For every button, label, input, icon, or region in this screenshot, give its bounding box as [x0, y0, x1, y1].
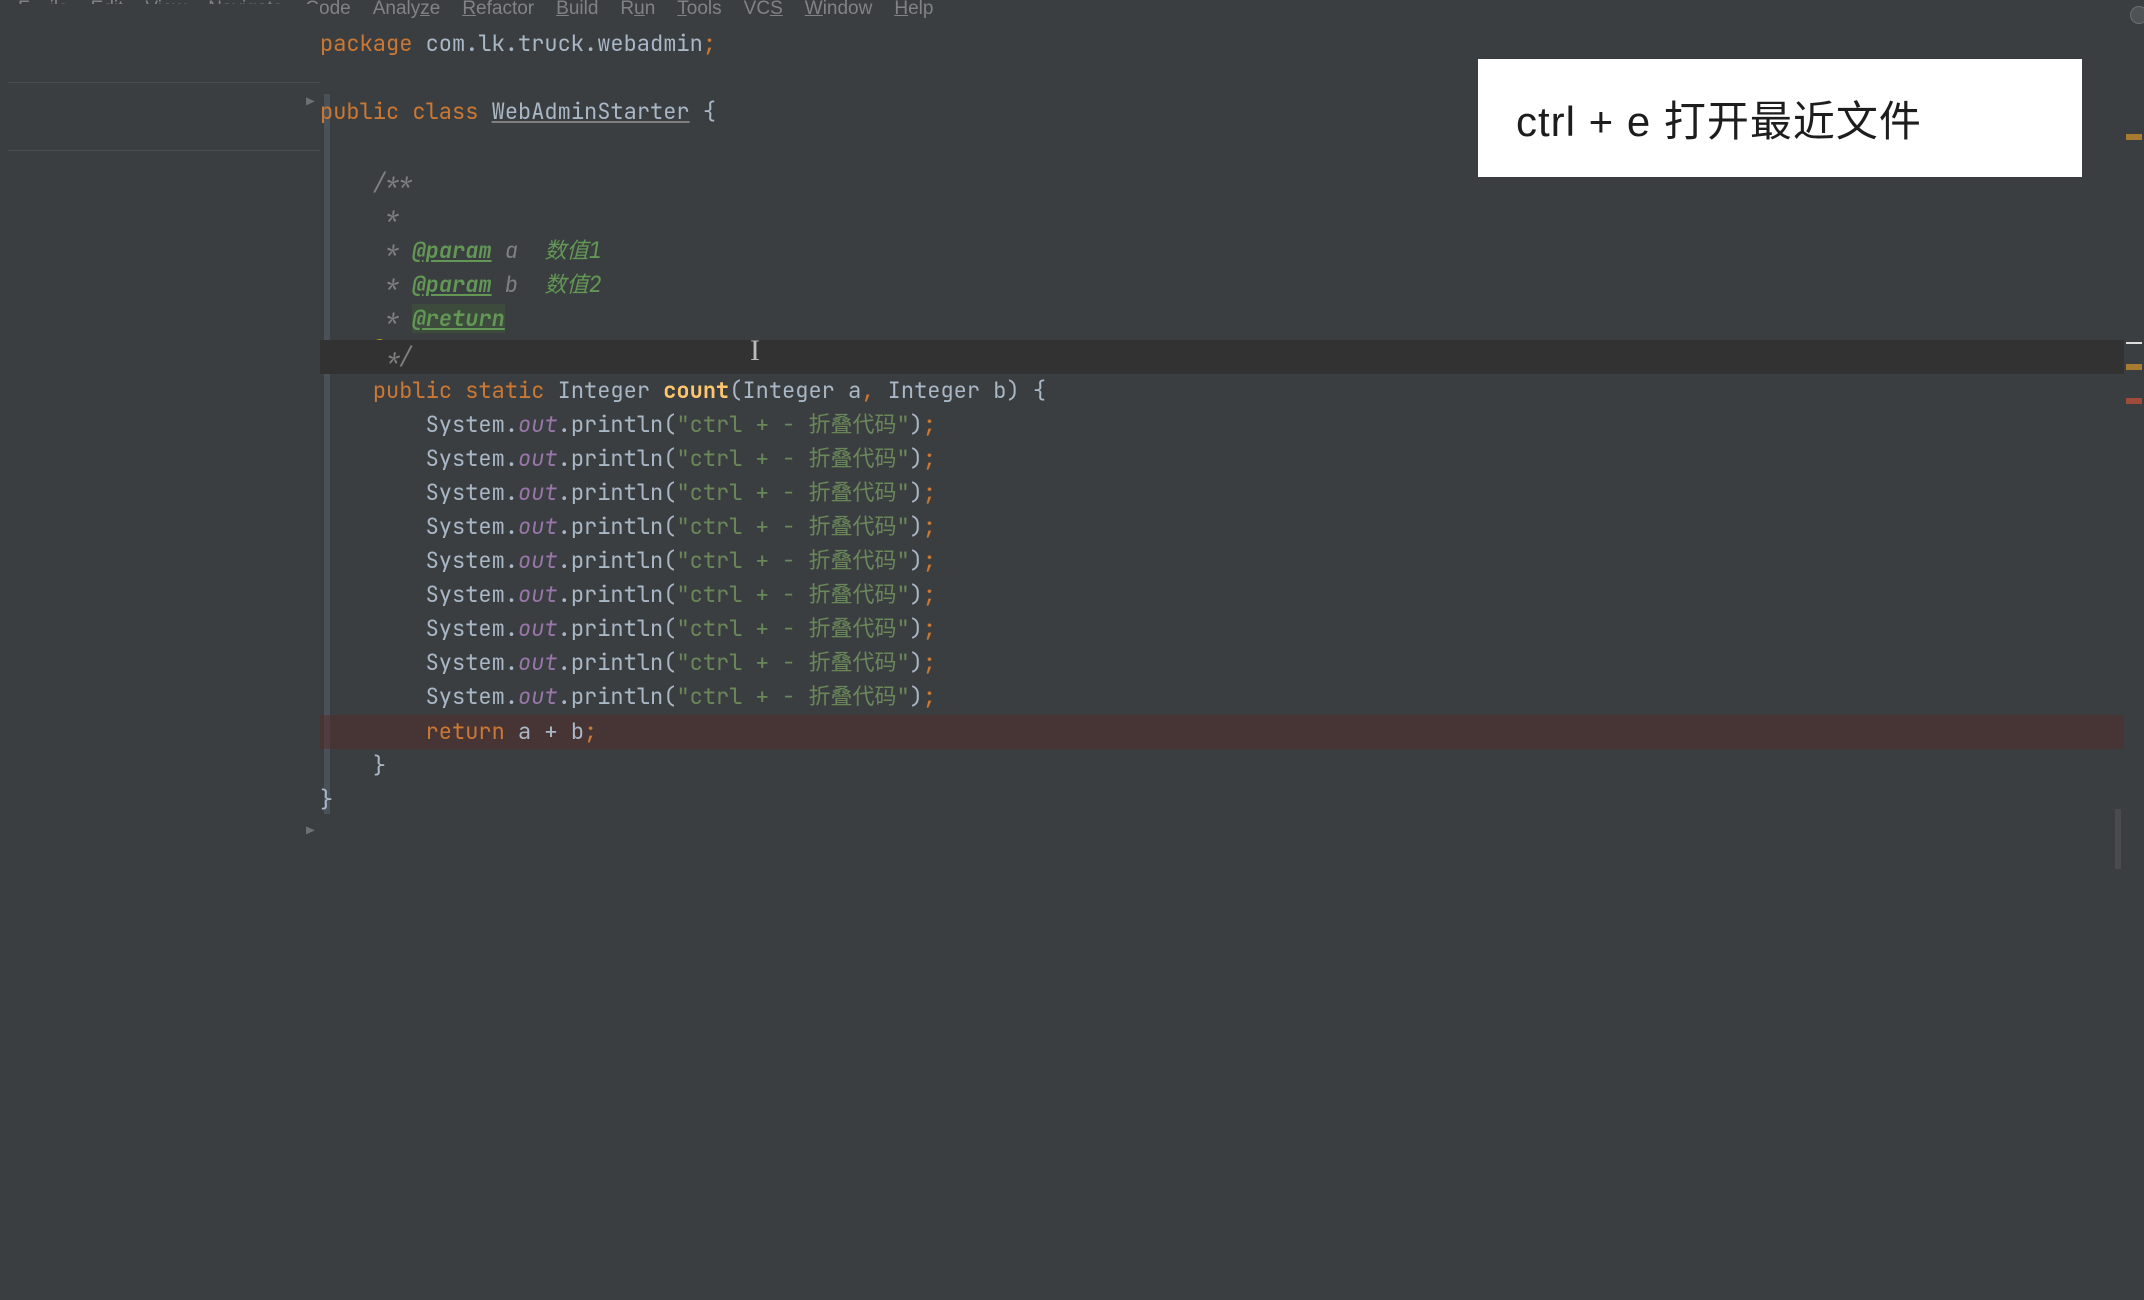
gutter[interactable]: ▸ ▸ 💡	[8, 4, 320, 1300]
inspection-status-icon[interactable]	[2130, 6, 2144, 24]
code-line[interactable]: System.out.println("ctrl + - 折叠代码");	[320, 612, 2124, 646]
stripe-caret-marker	[2126, 342, 2142, 344]
left-gutter-strip	[0, 4, 8, 1300]
stripe-marker-error[interactable]	[2126, 398, 2142, 404]
annotation-text: ctrl + e 打开最近文件	[1516, 88, 1922, 149]
code-editor[interactable]: package com.lk.truck.webadmin; public cl…	[320, 4, 2124, 1300]
fold-toggle-icon[interactable]: ▸	[306, 820, 315, 839]
code-line[interactable]: System.out.println("ctrl + - 折叠代码");	[320, 408, 2124, 442]
code-line[interactable]: System.out.println("ctrl + - 折叠代码");	[320, 680, 2124, 714]
code-line[interactable]: System.out.println("ctrl + - 折叠代码");	[320, 578, 2124, 612]
code-line[interactable]: System.out.println("ctrl + - 折叠代码");	[320, 544, 2124, 578]
code-line[interactable]: * @param b 数值2	[320, 268, 2124, 302]
method-separator	[8, 82, 320, 83]
editor: ▸ ▸ 💡 package com.lk.truck.webadmin; pub…	[0, 4, 2144, 1300]
annotation-overlay: ctrl + e 打开最近文件	[1478, 59, 2082, 177]
stripe-marker-warn[interactable]	[2126, 364, 2142, 370]
code-line[interactable]: * @param a 数值1	[320, 234, 2124, 268]
stripe-marker-warn[interactable]	[2126, 134, 2142, 140]
code-line[interactable]: package com.lk.truck.webadmin;	[320, 27, 2124, 61]
code-line[interactable]: System.out.println("ctrl + - 折叠代码");	[320, 476, 2124, 510]
code-line[interactable]: }	[320, 783, 2124, 817]
method-separator	[8, 150, 320, 151]
text-cursor-icon: I	[750, 334, 760, 368]
code-line[interactable]: *	[320, 200, 2124, 234]
code-line[interactable]: public static Integer count(Integer a, I…	[320, 374, 2124, 408]
code-line[interactable]: System.out.println("ctrl + - 折叠代码");	[320, 510, 2124, 544]
code-line[interactable]: return a + b;	[320, 715, 2124, 749]
code-line[interactable]: * @return	[320, 302, 2124, 336]
code-line[interactable]: System.out.println("ctrl + - 折叠代码");	[320, 646, 2124, 680]
code-line[interactable]: }	[320, 749, 2124, 783]
scroll-thumb[interactable]	[2115, 809, 2121, 869]
code-line[interactable]: System.out.println("ctrl + - 折叠代码");	[320, 442, 2124, 476]
error-stripe[interactable]	[2124, 4, 2144, 1300]
code-line[interactable]: */	[320, 340, 2124, 374]
fold-toggle-icon[interactable]: ▸	[306, 91, 315, 110]
